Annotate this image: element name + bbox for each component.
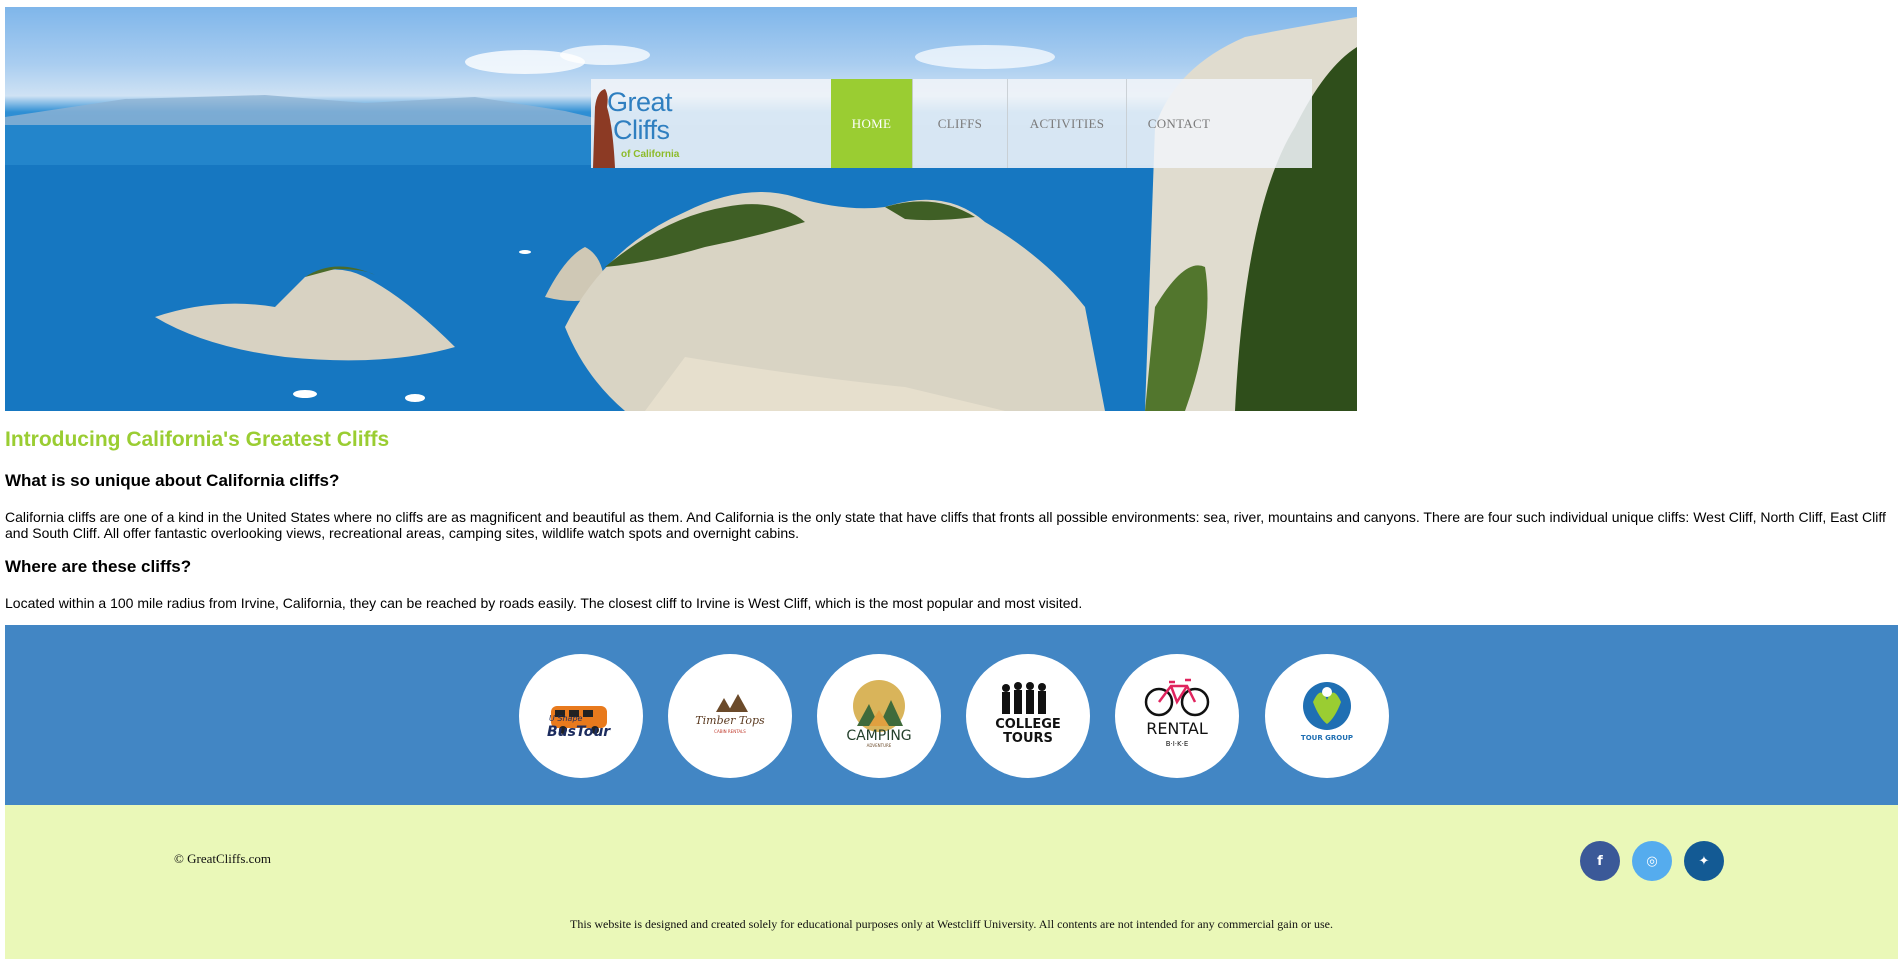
partner-logos-strip: U Shape BusTour Timber Tops CABIN RENTAL…: [5, 625, 1898, 805]
facebook-icon[interactable]: f: [1580, 841, 1620, 881]
nav-item-activities[interactable]: ACTIVITIES: [1008, 79, 1127, 168]
site-footer: © GreatCliffs.com f ◎ ✦ This website is …: [5, 805, 1898, 959]
section-heading-unique: What is so unique about California cliff…: [5, 471, 340, 490]
svg-text:ADVENTURE: ADVENTURE: [867, 743, 892, 748]
instagram-icon[interactable]: ◎: [1632, 841, 1672, 881]
main-content: Introducing California's Greatest Cliffs…: [5, 428, 1895, 611]
svg-text:CABIN RENTALS: CABIN RENTALS: [714, 729, 746, 734]
copyright-text: © GreatCliffs.com: [174, 851, 272, 866]
twitter-icon[interactable]: ✦: [1684, 841, 1724, 881]
section-paragraph-location: Located within a 100 mile radius from Ir…: [5, 595, 1083, 611]
svg-text:COLLEGE: COLLEGE: [995, 717, 1061, 732]
partner-camping[interactable]: CAMPING ADVENTURE: [817, 654, 941, 778]
partner-timber-tops[interactable]: Timber Tops CABIN RENTALS: [668, 654, 792, 778]
nav-item-home[interactable]: HOME: [831, 79, 913, 168]
section-heading-location: Where are these cliffs?: [5, 557, 192, 576]
partner-tour-group[interactable]: TOUR GROUP: [1265, 654, 1389, 778]
hero-banner: Great Cliffs of California HOME CLIFFS A…: [5, 7, 1357, 411]
rental-bike-logo-icon: RENTAL B·I·K·E: [1144, 678, 1210, 748]
college-tours-logo-icon: COLLEGE TOURS: [995, 682, 1061, 746]
svg-text:U Shape: U Shape: [549, 714, 583, 723]
logo-line2: Cliffs: [613, 115, 670, 145]
svg-text:Timber Tops: Timber Tops: [695, 714, 765, 727]
partner-rental-bike[interactable]: RENTAL B·I·K·E: [1115, 654, 1239, 778]
section-paragraph-unique: California cliffs are one of a kind in t…: [5, 509, 1886, 541]
disclaimer-text: This website is designed and created sol…: [570, 917, 1333, 931]
timber-tops-logo-icon: Timber Tops CABIN RENTALS: [695, 694, 765, 734]
svg-text:TOURS: TOURS: [1003, 731, 1053, 746]
partner-bus-tour[interactable]: U Shape BusTour: [519, 654, 643, 778]
great-cliffs-logo[interactable]: Great Cliffs of California: [591, 79, 831, 168]
nav-item-cliffs[interactable]: CLIFFS: [913, 79, 1008, 168]
main-navbar: Great Cliffs of California HOME CLIFFS A…: [591, 79, 1312, 168]
svg-text:RENTAL: RENTAL: [1146, 719, 1208, 738]
nav-item-contact[interactable]: CONTACT: [1127, 79, 1231, 168]
camping-logo-icon: CAMPING ADVENTURE: [846, 680, 912, 748]
logo-title: Great Cliffs: [607, 87, 673, 145]
coastal-cliffs-image: [5, 17, 1357, 411]
nav-menu: HOME CLIFFS ACTIVITIES CONTACT: [831, 79, 1231, 168]
logo-line1: Great: [607, 87, 673, 117]
svg-text:CAMPING: CAMPING: [846, 728, 911, 744]
svg-text:TOUR GROUP: TOUR GROUP: [1301, 734, 1353, 742]
partner-college-tours[interactable]: COLLEGE TOURS: [966, 654, 1090, 778]
logo-subtitle: of California: [621, 149, 680, 160]
bus-tour-logo-icon: U Shape BusTour: [547, 706, 611, 740]
svg-text:B·I·K·E: B·I·K·E: [1166, 740, 1189, 748]
page-title: Introducing California's Greatest Cliffs: [5, 428, 390, 451]
tour-group-logo-icon: TOUR GROUP: [1301, 682, 1353, 742]
svg-text:BusTour: BusTour: [547, 724, 611, 740]
